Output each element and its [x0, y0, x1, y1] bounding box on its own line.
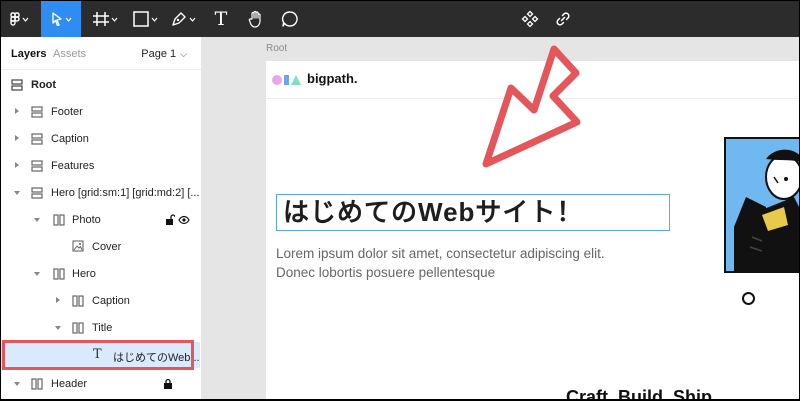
figma-window: T Layers Assets Page 1 ⌵ Root Footer Cap…: [1, 1, 799, 399]
annotation-arrow: [482, 45, 581, 168]
